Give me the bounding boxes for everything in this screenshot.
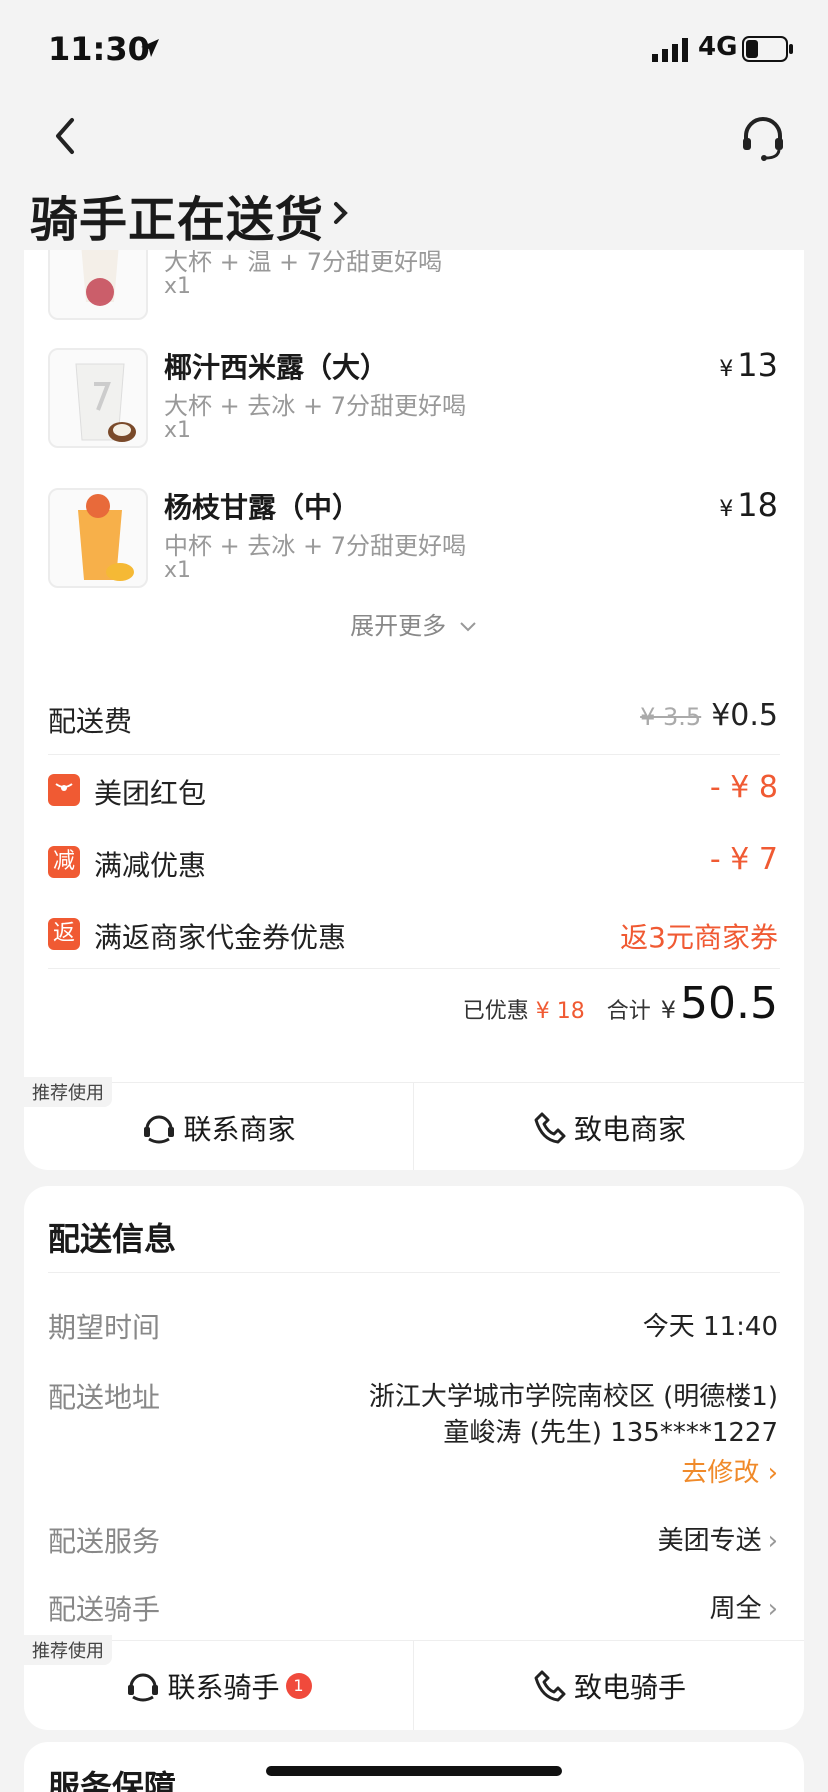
voucher-icon: 返 [48, 918, 80, 950]
red-packet-value: - ¥ 8 [709, 770, 778, 805]
item-spec: 大杯 + 去冰 + 7分甜更好喝 [164, 392, 467, 420]
battery-icon [742, 36, 793, 62]
chat-icon [128, 1673, 159, 1702]
divider [48, 968, 780, 969]
recommend-tag: 推荐使用 [24, 1635, 112, 1665]
voucher-label: 满返商家代金券优惠 [94, 921, 347, 954]
delivery-info-card: 配送信息 期望时间 今天 11:40 配送地址 浙江大学城市学院南校区 (明德楼… [24, 1186, 804, 1730]
location-arrow-icon [141, 39, 159, 57]
discount-value: - ¥ 7 [709, 842, 778, 877]
signal-icon [652, 38, 688, 62]
service-value[interactable]: 美团专送 › [658, 1520, 778, 1557]
expected-time-value: 今天 11:40 [642, 1312, 778, 1342]
item-spec: 中杯 + 去冰 + 7分甜更好喝 [164, 532, 467, 560]
red-packet-icon [48, 774, 80, 806]
product-image[interactable] [48, 348, 148, 448]
back-icon[interactable] [48, 114, 82, 158]
page-title[interactable]: 骑手正在送货 [30, 180, 324, 250]
network-type: 4G [698, 32, 738, 62]
chevron-down-icon [460, 622, 476, 632]
status-time: 11:30 [48, 30, 150, 68]
item-qty: x1 [164, 418, 192, 443]
divider [48, 754, 780, 755]
delivery-fee-value: ¥ 3.5 ¥0.5 [640, 698, 778, 733]
address-label: 配送地址 [48, 1381, 161, 1414]
red-packet-label: 美团红包 [94, 777, 207, 810]
unread-badge: 1 [285, 1673, 312, 1699]
discount-label: 满减优惠 [94, 849, 207, 882]
phone-icon [534, 1112, 566, 1144]
discount-icon: 减 [48, 846, 80, 878]
recommend-tag: 推荐使用 [24, 1077, 112, 1107]
address-line1: 浙江大学城市学院南校区 (明德楼1) [368, 1382, 778, 1412]
product-image[interactable] [48, 250, 148, 320]
merchant-actions: 推荐使用 联系商家 致电商家 [24, 1077, 804, 1170]
voucher-value: 返3元商家券 [620, 921, 778, 954]
customer-service-icon[interactable] [738, 114, 788, 162]
order-total: 已优惠 ¥ 18 合计 ¥50.5 [462, 978, 778, 1029]
section-title: 配送信息 [48, 1220, 177, 1258]
order-card: 大杯 + 温 + 7分甜更好喝 x1 椰汁西米露（大） ¥13 大杯 + 去冰 … [24, 250, 804, 1170]
section-title: 服务保障 [48, 1768, 177, 1792]
call-merchant-button[interactable]: 致电商家 [414, 1083, 804, 1170]
product-image[interactable] [48, 488, 148, 588]
expected-time-label: 期望时间 [48, 1311, 161, 1344]
item-name: 杨枝甘露（中） [164, 491, 361, 524]
item-price: ¥18 [719, 486, 778, 524]
rider-value[interactable]: 周全 › [710, 1588, 778, 1625]
rider-label: 配送骑手 [48, 1593, 161, 1626]
home-indicator[interactable] [266, 1766, 562, 1776]
item-spec: 大杯 + 温 + 7分甜更好喝 [164, 250, 443, 276]
service-label: 配送服务 [48, 1525, 161, 1558]
rider-actions: 推荐使用 联系骑手 1 致电骑手 [24, 1635, 804, 1730]
item-qty: x1 [164, 558, 192, 583]
phone-icon [534, 1670, 566, 1702]
item-name: 椰汁西米露（大） [164, 351, 389, 384]
call-rider-button[interactable]: 致电骑手 [414, 1641, 804, 1730]
chat-icon [144, 1115, 175, 1144]
divider [48, 1272, 780, 1273]
modify-address-link[interactable]: 去修改 › [681, 1452, 778, 1489]
address-line2: 童峻涛 (先生) 135****1227 [443, 1418, 778, 1448]
delivery-fee-label: 配送费 [48, 705, 133, 738]
item-price: ¥13 [719, 346, 778, 384]
item-qty: x1 [164, 274, 192, 299]
expand-more-button[interactable]: 展开更多 [24, 606, 804, 641]
chevron-right-icon[interactable] [330, 196, 352, 230]
